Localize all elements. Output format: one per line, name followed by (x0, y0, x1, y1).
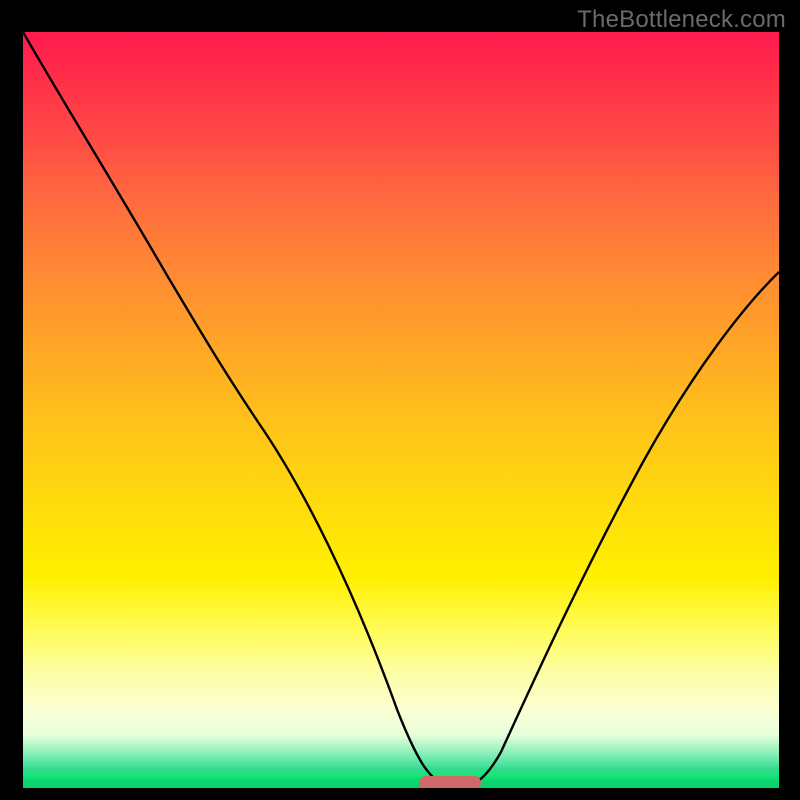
bottleneck-curve (23, 32, 779, 788)
plot-area (23, 32, 779, 788)
watermark-text: TheBottleneck.com (577, 6, 786, 34)
curve-path (23, 32, 779, 786)
chart-frame: TheBottleneck.com (0, 0, 800, 800)
optimal-marker (419, 776, 481, 788)
